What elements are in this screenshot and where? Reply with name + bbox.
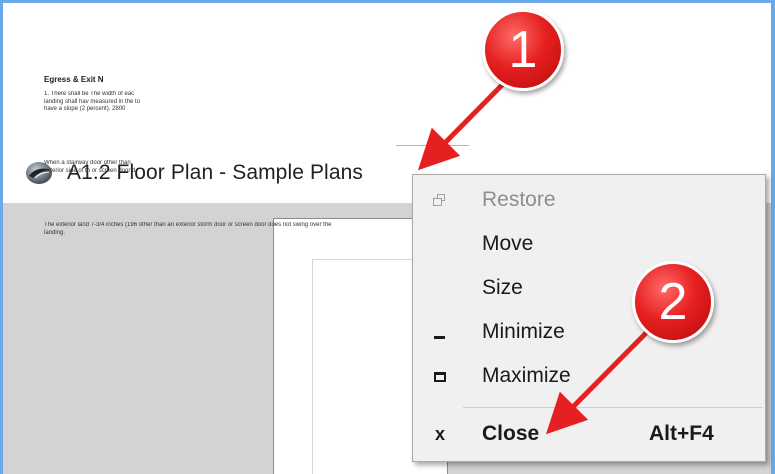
maximize-icon: [431, 368, 449, 386]
window-system-menu: Restore Move Size Minimize Maximize x Cl…: [412, 174, 766, 462]
window-border-right: [771, 0, 775, 474]
menu-item-move[interactable]: Move: [413, 223, 765, 267]
menu-item-label: Move: [482, 232, 534, 255]
menu-item-close[interactable]: x Close Alt+F4: [413, 413, 765, 457]
menu-item-minimize[interactable]: Minimize: [413, 311, 765, 355]
menu-item-label: Close: [482, 422, 540, 445]
callout-number: 1: [508, 21, 538, 79]
callout-number: 2: [658, 273, 688, 331]
document-paragraph: The exterior land 7-3/4 inches (196 othe…: [44, 222, 332, 236]
menu-item-shortcut: Alt+F4: [649, 422, 714, 445]
menu-item-label: Size: [482, 276, 523, 299]
menu-separator: [463, 407, 763, 408]
callout-badge-2: 2: [632, 261, 714, 343]
menu-item-label: Maximize: [482, 364, 571, 387]
titlebar-divider: [396, 145, 469, 146]
document-heading: Egress & Exit N: [44, 75, 104, 84]
close-icon: x: [435, 424, 446, 444]
document-paragraph: When a stairway door other than exterior…: [44, 160, 136, 174]
window-border-top: [0, 0, 775, 3]
menu-item-label: Minimize: [482, 320, 565, 343]
document-paragraph: 1. There shall be The width of eac landi…: [44, 91, 141, 113]
menu-item-maximize[interactable]: Maximize: [413, 355, 765, 399]
callout-badge-1: 1: [482, 9, 564, 91]
restore-icon: [431, 192, 449, 210]
menu-item-label: Restore: [482, 188, 556, 211]
minimize-icon: [431, 324, 449, 342]
menu-item-restore[interactable]: Restore: [413, 179, 765, 223]
